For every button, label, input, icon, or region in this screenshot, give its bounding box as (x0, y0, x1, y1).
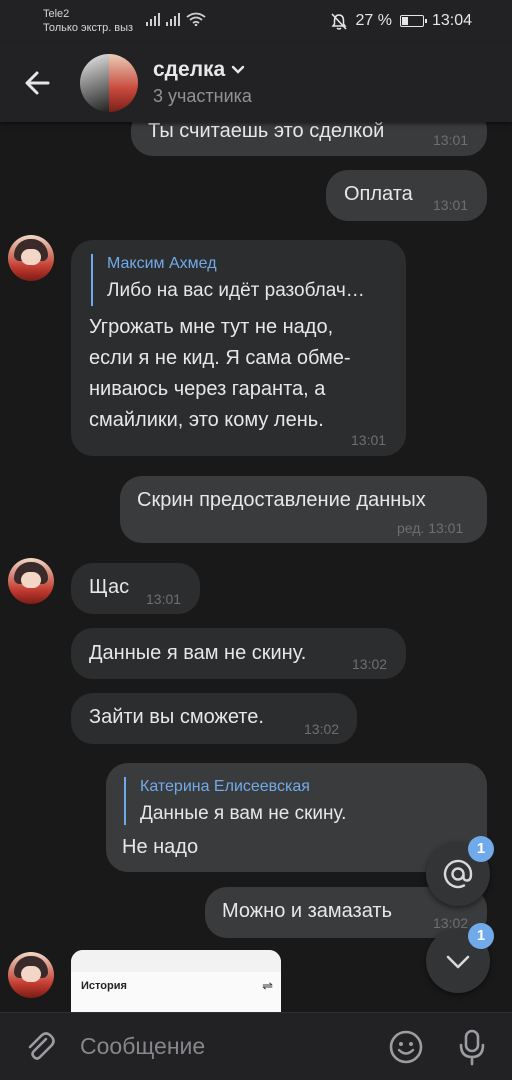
sender-avatar[interactable] (8, 952, 54, 998)
chat-title-text: сделка (153, 58, 226, 81)
message-bubble[interactable]: Щас 13:01 (71, 563, 200, 614)
bell-off-icon (331, 12, 348, 30)
scroll-down-button[interactable]: 1 (426, 923, 494, 993)
carrier-info: Tele2 Только экстр. выз (43, 7, 133, 35)
message-bubble[interactable]: Зайти вы сможете. 13:02 (71, 693, 357, 744)
battery-icon (399, 15, 427, 27)
quote-author: Катерина Елисеевская (140, 778, 310, 795)
message-text: Зайти вы сможете. (89, 706, 264, 728)
message-time: 13:01 (351, 432, 387, 448)
signal-icons (146, 12, 206, 26)
filter-icon: ⇌ (262, 978, 273, 993)
message-composer: Сообщение (0, 1012, 512, 1080)
sender-avatar[interactable] (8, 558, 54, 604)
message-bubble[interactable]: Оплата 13:01 (326, 170, 487, 221)
signal-icon (146, 12, 160, 26)
microphone-icon[interactable] (455, 1027, 489, 1067)
clock: 13:04 (431, 12, 472, 29)
message-text: Угрожать мне тут не надо, если я не кид.… (89, 316, 351, 431)
wifi-icon (186, 12, 206, 26)
message-text: Данные я вам не скину. (89, 642, 307, 664)
message-text: Скрин предоставление данных (137, 489, 426, 511)
message-time: 13:02 (352, 656, 388, 672)
quote-text: Либо на вас идёт разоблач… (107, 280, 365, 301)
chat-title[interactable]: сделка (153, 58, 245, 82)
back-arrow-icon[interactable] (20, 66, 58, 100)
reply-quote[interactable]: Катерина Елисеевская Данные я вам не ски… (124, 777, 346, 825)
carrier-sub: Только экстр. выз (43, 22, 134, 34)
unread-badge: 1 (468, 923, 494, 949)
chat-participants: 3 участника (153, 86, 252, 106)
status-bar: Tele2 Только экстр. выз 27 % 13:04 (0, 0, 512, 44)
emoji-icon[interactable] (388, 1029, 424, 1065)
quote-text: Данные я вам не скину. (140, 803, 347, 824)
message-time: 13:01 (146, 591, 182, 607)
preview-title: История (81, 980, 127, 992)
battery-percent: 27 % (355, 12, 392, 29)
paperclip-icon[interactable] (22, 1029, 58, 1065)
message-time: 13:01 (433, 132, 469, 148)
message-text: Оплата (344, 183, 413, 205)
message-time: 13:02 (304, 721, 340, 737)
preview-status-strip (71, 950, 281, 972)
message-input[interactable]: Сообщение (80, 1033, 205, 1060)
message-bubble[interactable]: Максим Ахмед Либо на вас идёт разоблач… … (71, 240, 406, 456)
signal-icon (166, 12, 180, 26)
message-text: Щас (89, 576, 130, 598)
message-time: 13:01 (433, 197, 469, 213)
chevron-down-icon (232, 65, 245, 74)
quote-author: Максим Ахмед (107, 255, 217, 272)
sender-avatar[interactable] (8, 235, 54, 281)
message-time: ред. 13:01 (397, 520, 464, 536)
message-bubble[interactable]: Скрин предоставление данных ред. 13:01 (120, 476, 487, 543)
message-text: Можно и замазать (222, 900, 392, 922)
carrier-name: Tele2 (43, 8, 70, 20)
mention-button[interactable]: 1 (426, 836, 494, 906)
chat-avatar[interactable] (80, 54, 138, 112)
mention-badge: 1 (468, 836, 494, 862)
status-right: 27 % 13:04 (331, 12, 472, 30)
chat-header: сделка 3 участника (0, 44, 512, 122)
message-bubble[interactable]: Данные я вам не скину. 13:02 (71, 628, 406, 679)
image-attachment[interactable]: История ⇌ (71, 950, 281, 1012)
message-text: Ты считаешь это сделкой (148, 120, 385, 142)
message-text: Не надо (122, 836, 199, 858)
reply-quote[interactable]: Максим Ахмед Либо на вас идёт разоблач… (91, 254, 365, 306)
